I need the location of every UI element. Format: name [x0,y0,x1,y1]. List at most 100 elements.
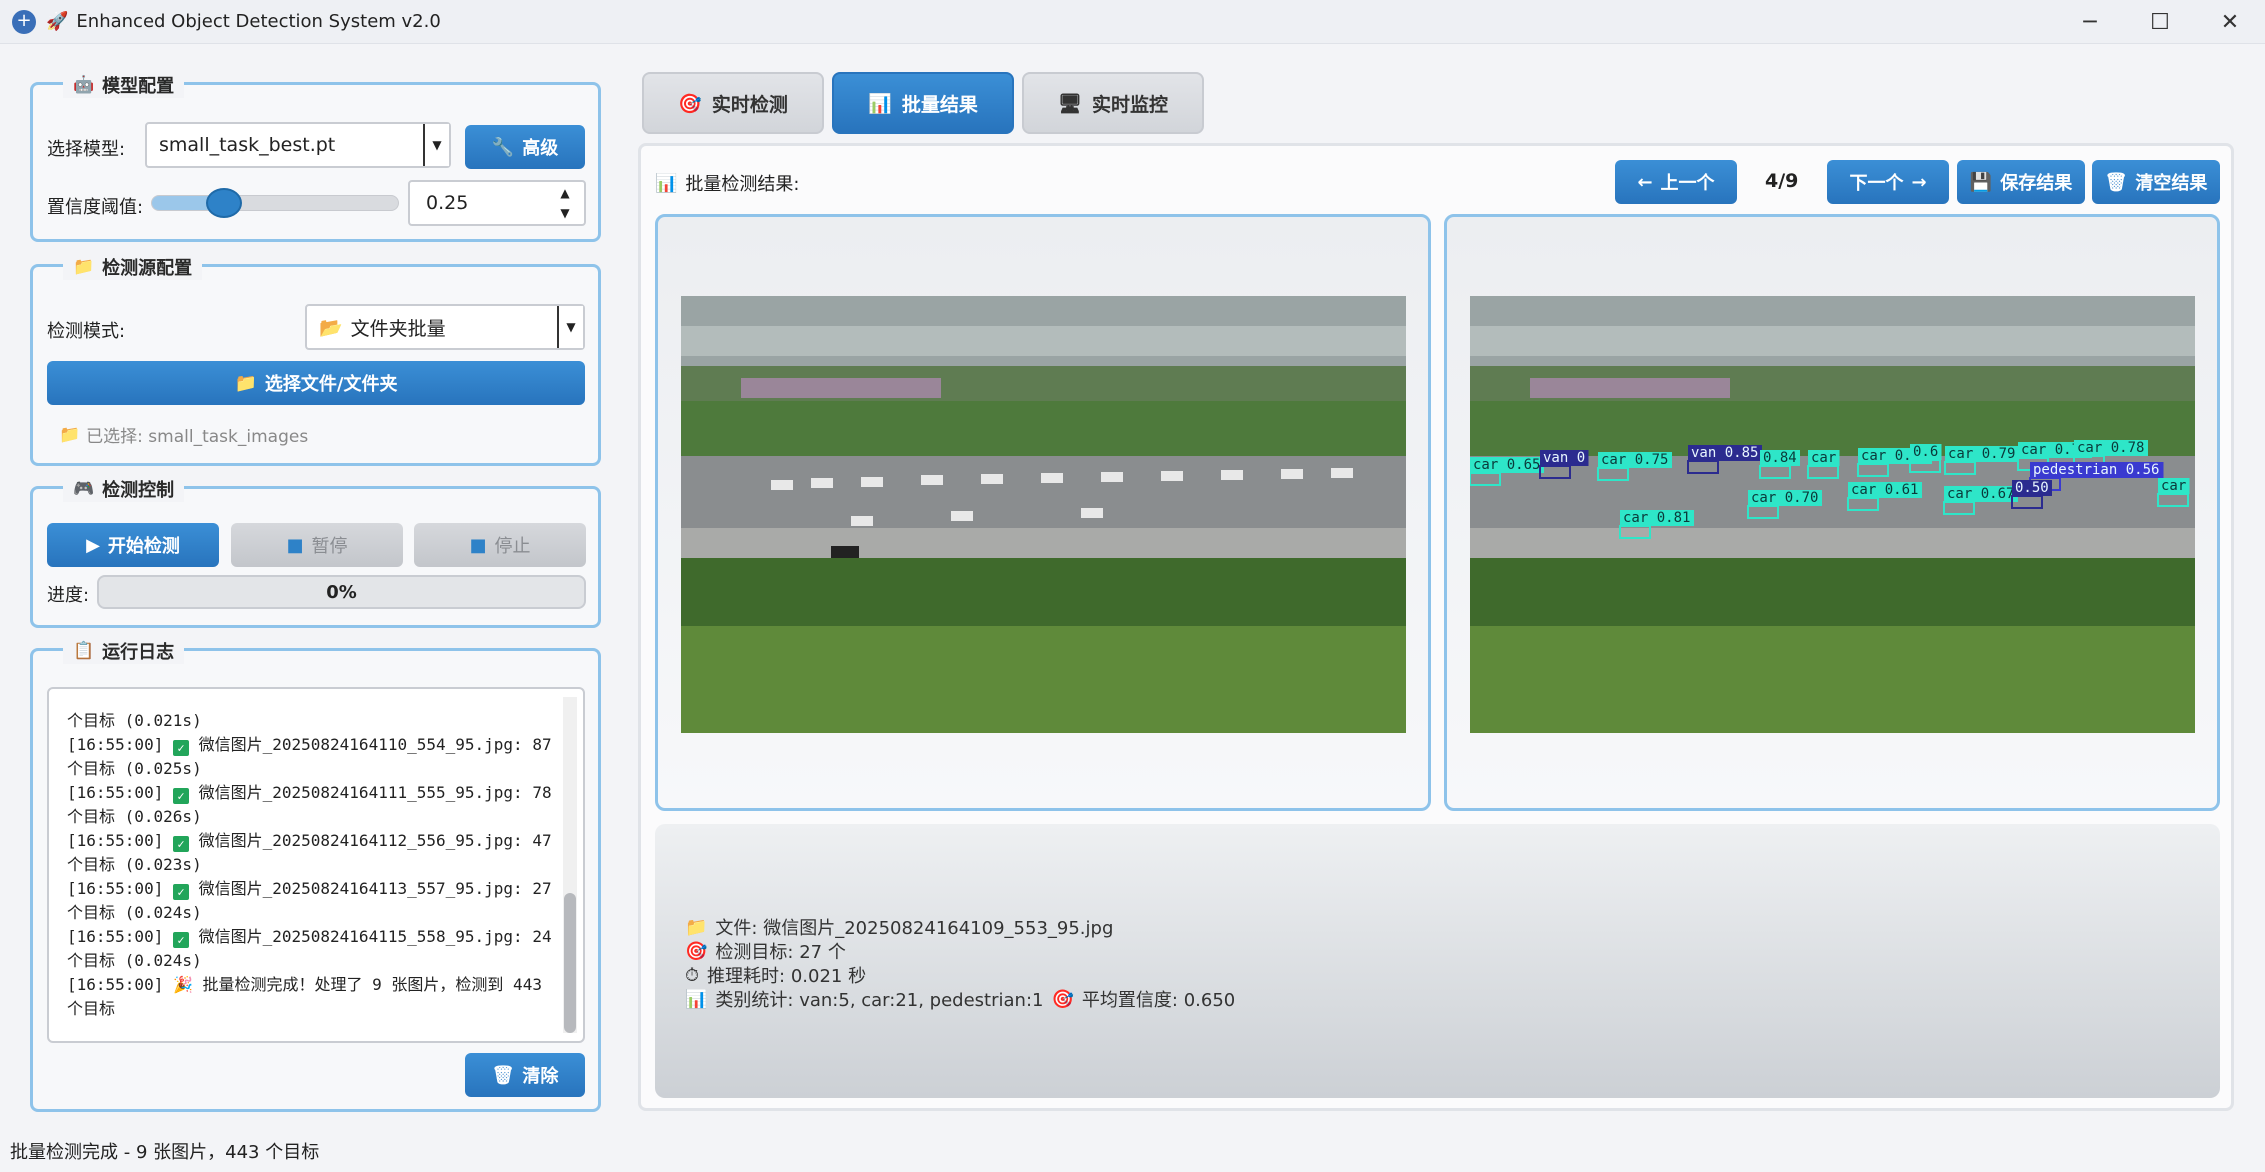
detection-label: car 0.61 [1851,482,1918,498]
pause-icon: ■ [286,534,304,556]
confidence-label: 置信度阈值: [47,197,144,218]
detection-label: van 0.85 [1691,445,1758,461]
detection-label: car 0.81 [1623,510,1690,526]
select-file-button[interactable]: 📁 选择文件/文件夹 [47,361,585,405]
control-title: 检测控制 [102,480,175,501]
mode-select[interactable]: 📂 文件夹批量 ▼ [305,304,585,350]
source-config-title: 检测源配置 [102,258,193,279]
batch-header: 📊 批量检测结果: [655,172,800,196]
stop-button[interactable]: ■ 停止 [414,523,586,567]
trash-icon: 🗑 [491,1064,515,1086]
confidence-slider[interactable] [151,188,399,218]
chevron-down-icon[interactable]: ▼ [423,124,449,166]
chart-icon: 📊 [868,92,892,115]
log-entry: [16:55:00] ✓ 微信图片_20250824164113_557_95.… [67,879,552,922]
clear-log-button[interactable]: 🗑 清除 [465,1053,585,1097]
detection-label: car 0.79 [1948,446,2015,462]
folder-icon: 📁 [59,424,81,445]
advanced-button[interactable]: 🔧 高级 [465,125,585,169]
chart-icon: 📊 [655,172,678,194]
confidence-spinbox[interactable]: 0.25 ▲ ▼ [408,180,586,226]
detection-result-image: car 0.65 van 0 car 0.75 van 0.85 0.84 car car … [1470,296,2195,733]
log-area[interactable]: 个目标 (0.021s) [16:55:00] ✓ 微信图片_202508241… [47,687,585,1043]
title-bar: + 🚀 Enhanced Object Detection System v2.… [0,0,2265,44]
prev-button[interactable]: ← 上一个 [1615,160,1737,204]
confidence-slider-handle[interactable] [206,188,242,218]
target-icon: 🎯 [1051,988,1074,1010]
detection-label: car [1811,450,1836,466]
batch-results-panel: 📊 批量检测结果: ← 上一个 4/9 下一个 → 💾 保存结果 🗑 清空结果 [638,143,2234,1111]
info-stats: 📊 类别统计: van:5, car:21, pedestrian:1 🎯 平均… [685,988,1236,1012]
start-button[interactable]: ▶ 开始检测 [47,523,219,567]
rocket-icon: 🚀 [46,11,69,32]
info-time: ⏱ 推理耗时: 0.021 秒 [685,964,867,988]
timer-icon: ⏱ [685,964,700,986]
pause-button[interactable]: ■ 暂停 [231,523,403,567]
spin-down-icon[interactable]: ▼ [550,203,580,223]
detection-image: car 0.65 van 0 car 0.75 van 0.85 0.84 car car … [1470,296,2195,733]
log-title: 运行日志 [102,642,175,663]
detection-label: car 0.65 [1473,457,1540,473]
detection-label: car 0.75 [1601,452,1668,468]
log-group: 📋 运行日志 个目标 (0.021s) [16:55:00] ✓ 微信图片_20… [30,638,601,1112]
model-select[interactable]: small_task_best.pt ▼ [145,122,451,168]
source-config-group: 📁 检测源配置 检测模式: 📂 文件夹批量 ▼ 📁 选择文件/文件夹 📁 已选择… [30,254,601,466]
chart-icon: 📊 [685,988,708,1010]
check-icon: ✓ [172,932,189,948]
log-scrollbar[interactable] [563,697,577,1033]
model-config-group: 🤖 模型配置 选择模型: small_task_best.pt ▼ 🔧 高级 置… [30,72,601,242]
tab-0[interactable]: 🎯 实时检测 [642,72,824,134]
next-button[interactable]: 下一个 → [1827,160,1949,204]
mode-label: 检测模式: [47,321,126,342]
save-results-button[interactable]: 💾 保存结果 [1957,160,2085,204]
window-title: Enhanced Object Detection System v2.0 [76,11,441,32]
monitor-icon: 🖥 [1057,92,1083,115]
log-entry: [16:55:00] ✓ 微信图片_20250824164110_554_95.… [67,735,552,778]
detection-label: van 0 [1543,450,1585,466]
minimize-button[interactable]: ─ [2055,0,2125,44]
maximize-button[interactable]: ☐ [2125,0,2195,44]
check-icon: ✓ [172,788,189,804]
detection-label: car [2161,478,2186,494]
check-icon: ✓ [172,884,189,900]
gamepad-icon: 🎮 [73,479,95,499]
detection-label: 0.50 [2015,480,2049,496]
log-scroll-thumb[interactable] [564,893,576,1033]
close-button[interactable]: ✕ [2195,0,2265,44]
detection-image-frame: car 0.65 van 0 car 0.75 van 0.85 0.84 car car … [1444,214,2220,811]
check-icon: ✓ [172,836,189,852]
original-image-frame [655,214,1431,811]
detection-label: pedestrian 0.56 [2033,462,2159,478]
confidence-slider-fill [152,196,214,210]
play-icon: ▶ [86,534,100,556]
model-label: 选择模型: [47,139,126,160]
progress-label: 进度: [47,585,90,606]
arrow-left-icon: ← [1637,171,1653,193]
tab-2[interactable]: 🖥 实时监控 [1022,72,1204,134]
detection-label: 0.84 [1763,450,1797,466]
confidence-value: 0.25 [426,192,469,214]
info-targets: 🎯 检测目标: 27 个 [685,940,846,964]
log-entry: [16:55:00] 🎉 批量检测完成！处理了 9 张图片，检测到 443 个目… [67,975,542,1018]
model-config-title: 模型配置 [102,76,175,97]
app-icon: + [12,9,36,34]
mode-select-value: 文件夹批量 [350,317,446,340]
stop-icon: ■ [469,534,487,556]
save-icon: 💾 [1969,171,1993,193]
chevron-down-icon[interactable]: ▼ [557,306,583,348]
status-bar: 批量检测完成 - 9 张图片，443 个目标 [10,1142,320,1163]
robot-icon: 🤖 [73,75,95,95]
progress-text: 0% [326,581,357,603]
info-panel: 📁 文件: 微信图片_20250824164109_553_95.jpg 🎯 检… [655,824,2220,1098]
log-entry: [16:55:00] ✓ 微信图片_20250824164112_556_95.… [67,831,552,874]
tab-1[interactable]: 📊 批量结果 [832,72,1014,134]
folder-icon: 📁 [73,257,95,277]
arrow-right-icon: → [1911,171,1927,193]
folder-open-icon: 📂 [319,316,343,339]
tab-label: 实时检测 [711,93,788,116]
clipboard-icon: 📋 [73,641,95,661]
spin-up-icon[interactable]: ▲ [550,183,580,203]
trash-icon: 🗑 [2104,171,2128,193]
party-icon: 🎉 [172,975,193,994]
clear-results-button[interactable]: 🗑 清空结果 [2092,160,2220,204]
